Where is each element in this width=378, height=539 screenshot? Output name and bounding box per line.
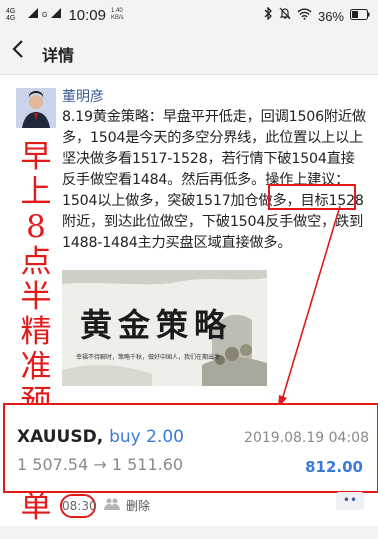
network-indicator: 4G 4G bbox=[6, 8, 16, 22]
signal-icon-2 bbox=[50, 6, 62, 24]
title-bar: 详情 bbox=[0, 30, 378, 75]
post-time: 08:30 bbox=[60, 494, 97, 518]
post-image[interactable]: 黄金策略 幸福不待聊时，策略千秋，做好中国人，我们在期出发 bbox=[62, 270, 267, 386]
status-bar: 4G 4G G 10:09 1.40 KB/s 36% bbox=[0, 0, 378, 30]
trade-timestamp: 2019.08.19 04:08 bbox=[244, 430, 369, 446]
network-type: G bbox=[42, 11, 48, 19]
signal-icon bbox=[27, 6, 39, 24]
author-name[interactable]: 董明彦 bbox=[62, 86, 104, 106]
clock: 10:09 bbox=[68, 6, 106, 24]
trade-card[interactable]: XAUUSD, buy 2.00 2019.08.19 04:08 1 507.… bbox=[3, 403, 378, 493]
back-button[interactable] bbox=[12, 39, 24, 65]
image-subtitle: 幸福不待聊时，策略千秋，做好中国人，我们在期出发 bbox=[76, 354, 221, 361]
page-title: 详情 bbox=[42, 46, 75, 65]
mute-icon bbox=[279, 7, 291, 25]
avatar[interactable] bbox=[16, 88, 56, 128]
more-button[interactable]: •• bbox=[336, 492, 364, 510]
delete-button[interactable]: 删除 bbox=[126, 497, 150, 514]
image-title: 黄金策略 bbox=[80, 306, 233, 344]
wifi-icon bbox=[297, 7, 312, 25]
trade-profit: 812.00 bbox=[305, 458, 363, 476]
post-text-part-1: 8.19黄金策略：早盘平开低走，回调1506附近做多，1504是今天的多空分界线… bbox=[62, 109, 366, 188]
bottom-bar bbox=[0, 526, 378, 539]
battery-percent: 36% bbox=[317, 8, 344, 24]
chevron-left-icon bbox=[12, 40, 23, 58]
network-speed: 1.40 KB/s bbox=[111, 8, 124, 21]
trade-symbol: XAUUSD, buy 2.00 bbox=[17, 427, 184, 447]
battery-icon bbox=[350, 7, 370, 25]
visibility-icon bbox=[104, 496, 120, 515]
trade-prices: 1 507.54 → 1 511.60 bbox=[17, 455, 184, 474]
bluetooth-icon bbox=[264, 6, 273, 25]
trade-side: buy 2.00 bbox=[109, 427, 184, 447]
highlighted-text: 1504以上做多 bbox=[62, 193, 154, 209]
annotation-arrow bbox=[278, 205, 341, 408]
